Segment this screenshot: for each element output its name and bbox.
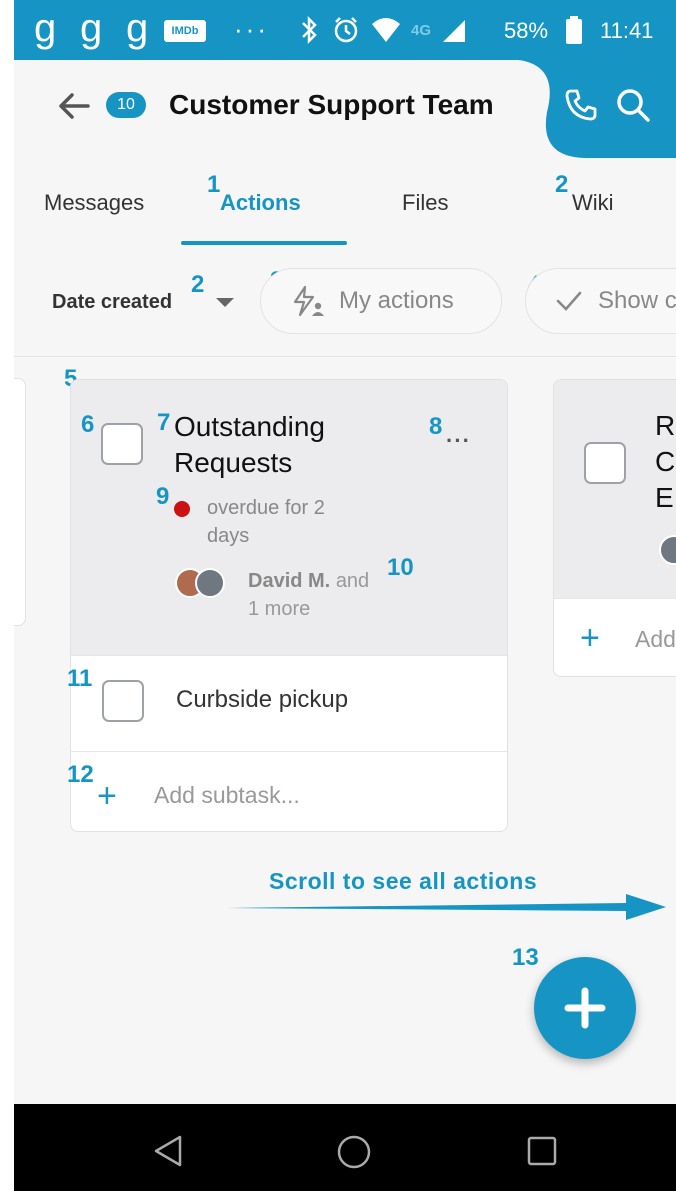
tab-files[interactable]: Files: [402, 188, 448, 218]
signal-icon: [443, 20, 466, 42]
divider: [71, 751, 507, 752]
plus-icon[interactable]: +: [97, 779, 117, 813]
action-title[interactable]: R: [655, 408, 675, 444]
more-notifications-icon: ···: [234, 14, 269, 44]
partial-action-card-left[interactable]: [14, 378, 26, 626]
lightning-user-icon: [293, 285, 324, 317]
annotation-number: 13: [512, 944, 539, 971]
battery-icon: [566, 16, 582, 44]
action-checkbox[interactable]: [101, 423, 143, 465]
overdue-indicator: [174, 501, 190, 517]
clock-time: 11:41: [600, 18, 654, 43]
chevron-down-icon[interactable]: [216, 298, 234, 307]
tab-actions[interactable]: Actions: [220, 188, 301, 218]
divider: [554, 598, 676, 599]
assignee-more[interactable]: 1 more: [248, 595, 310, 623]
system-navigation-bar: [14, 1104, 676, 1191]
divider: [71, 655, 507, 656]
app-screen: g g g IMDb ··· 4G 58% 11:41 10 Customer …: [14, 0, 676, 1191]
network-type: 4G: [411, 21, 432, 39]
subtask-checkbox[interactable]: [102, 680, 144, 722]
my-actions-label: My actions: [339, 287, 454, 314]
scroll-arrow-icon: [226, 894, 666, 920]
my-actions-filter[interactable]: My actions: [260, 268, 502, 334]
add-subtask-input[interactable]: Add: [635, 623, 676, 655]
back-arrow-icon[interactable]: [56, 88, 92, 124]
search-icon[interactable]: [614, 86, 652, 124]
battery-percent: 58%: [504, 18, 549, 43]
tab-wiki[interactable]: Wiki: [572, 188, 614, 218]
assignee-name: David M.: [248, 570, 331, 592]
action-title[interactable]: C: [655, 444, 675, 480]
phone-icon[interactable]: [562, 86, 600, 124]
annotation-number: 8: [429, 413, 443, 440]
annotation-number: 2: [191, 271, 205, 298]
annotation-number: 10: [387, 554, 414, 581]
action-title[interactable]: Requests: [174, 445, 292, 481]
page-title: Customer Support Team: [169, 89, 494, 120]
overdue-text: days: [207, 525, 250, 547]
add-action-button[interactable]: [534, 957, 636, 1059]
back-triangle-icon[interactable]: [152, 1134, 184, 1168]
show-completed-filter[interactable]: Show c: [525, 268, 676, 334]
notification-icon: g: [126, 6, 149, 50]
checkmark-icon: [556, 291, 582, 311]
assignee-text[interactable]: David M. and: [248, 567, 369, 595]
action-card[interactable]: Outstanding Requests ··· overdue for 2 d…: [70, 379, 508, 832]
divider: [14, 356, 676, 357]
assignee-and: and: [335, 570, 370, 592]
more-options-icon[interactable]: ···: [446, 428, 471, 454]
sort-dropdown[interactable]: Date created: [52, 288, 172, 316]
plus-icon[interactable]: +: [580, 621, 600, 655]
action-title[interactable]: E: [655, 480, 674, 516]
add-subtask-input[interactable]: Add subtask...: [154, 779, 300, 811]
imdb-icon: IMDb: [164, 20, 206, 42]
annotation-number: 11: [67, 665, 93, 692]
alarm-icon: [334, 17, 358, 43]
recents-square-icon[interactable]: [527, 1136, 557, 1166]
annotation-number: 7: [157, 409, 171, 436]
partial-action-card-right[interactable]: R C E + Add: [553, 379, 676, 677]
action-checkbox[interactable]: [584, 442, 626, 484]
active-tab-indicator: [181, 241, 347, 245]
annotation-number: 9: [156, 483, 170, 510]
subtask-label[interactable]: Curbside pickup: [176, 684, 348, 716]
status-bar: g g g IMDb ··· 4G 58% 11:41: [14, 0, 676, 60]
action-title[interactable]: Outstanding: [174, 409, 325, 445]
bluetooth-icon: [302, 15, 317, 45]
annotation-number: 1: [207, 171, 221, 198]
unread-count-badge: 10: [106, 92, 146, 118]
notification-icon: g: [34, 6, 57, 50]
home-circle-icon[interactable]: [337, 1135, 371, 1169]
notification-icon: g: [80, 6, 103, 50]
plus-icon: [564, 987, 606, 1029]
overdue-text: overdue for 2: [207, 497, 325, 519]
show-completed-label: Show c: [598, 287, 676, 314]
wifi-icon: [372, 18, 400, 42]
annotation-number: 6: [81, 411, 95, 438]
avatar: [195, 568, 225, 598]
annotation-number: 12: [67, 761, 94, 788]
annotation-number: 2: [555, 171, 569, 198]
tab-messages[interactable]: Messages: [44, 188, 144, 218]
